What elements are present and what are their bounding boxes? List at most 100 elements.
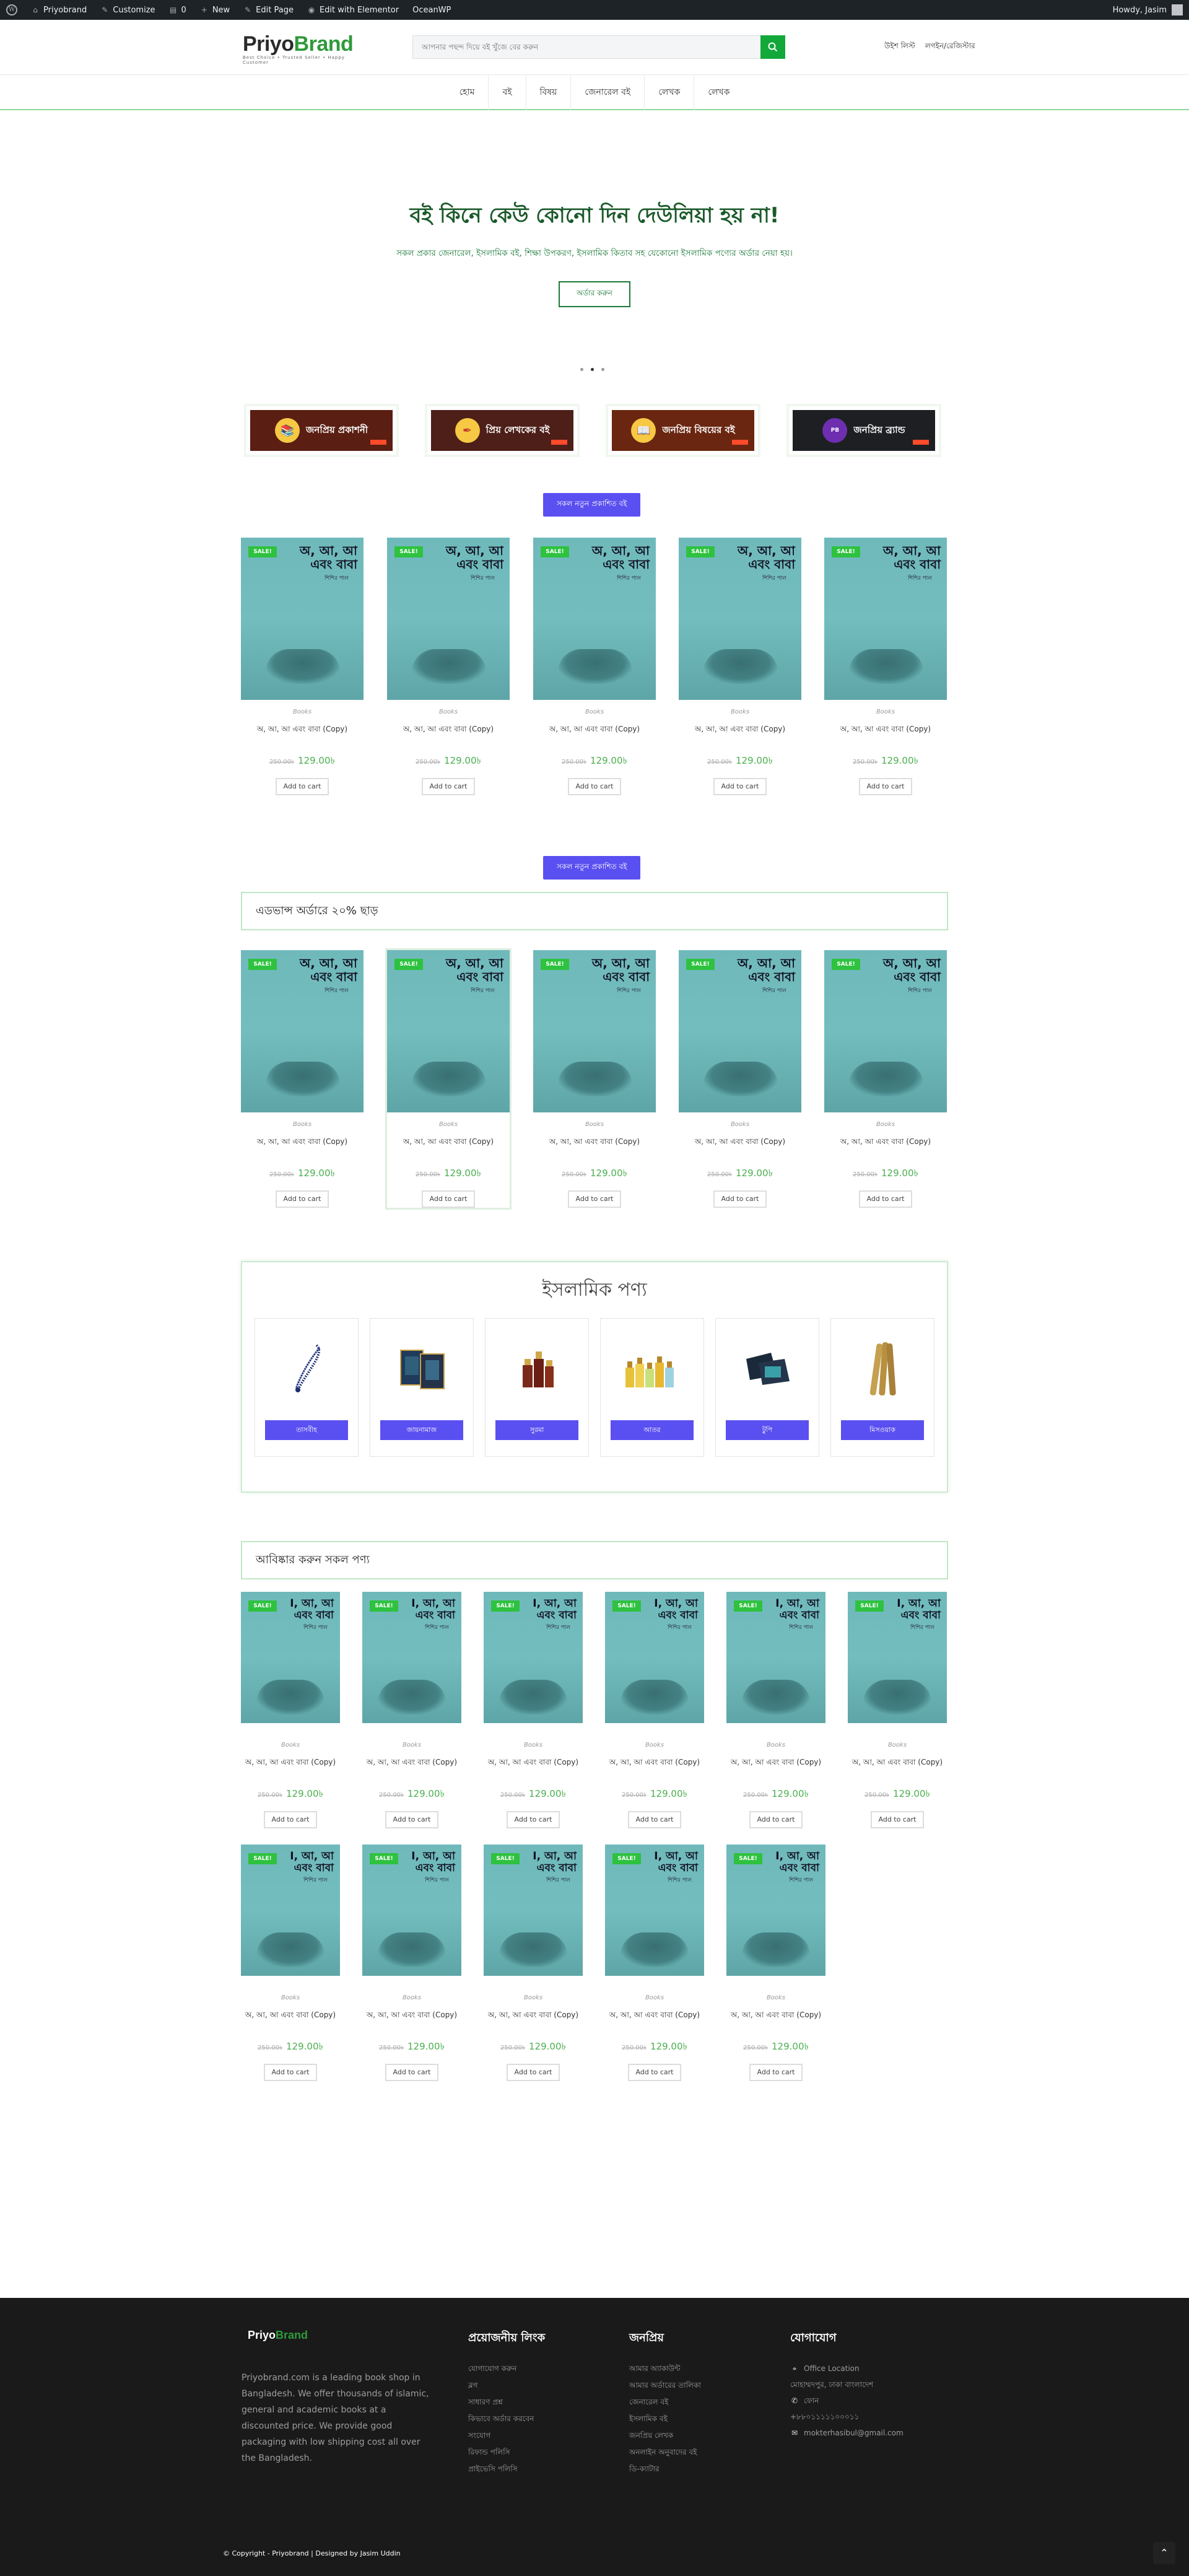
product-name[interactable]: অ, আ, আ এবং বাবা (Copy) [241,2010,340,2022]
new-books-section-pill-2[interactable]: সকল নতুন প্রকাশিত বই [543,856,641,880]
footer-link[interactable]: সংযোগ [468,2427,545,2444]
product-name[interactable]: অ, আ, আ এবং বাবা (Copy) [824,724,947,736]
product-name[interactable]: অ, আ, আ এবং বাবা (Copy) [241,724,364,736]
product-cover-image[interactable]: SALE! I, আ, আ এবং বাবা শিশির পাল [362,1592,461,1723]
product-name[interactable]: অ, আ, আ এবং বাবা (Copy) [241,1757,340,1770]
nav-item-books[interactable]: বই [489,74,526,110]
islamic-item-button[interactable]: মিসওয়াক [841,1420,924,1440]
product-category[interactable]: Books [241,1742,340,1749]
product-cover-image[interactable]: SALE! অ, আ, আ এবং বাবা শিশির পাল [533,950,656,1112]
footer-link[interactable]: অনলাইন অনুবাদের বই [629,2444,701,2461]
add-to-cart-button[interactable]: Add to cart [385,2064,438,2081]
footer-link[interactable]: আমার অ্যাকাউন্ট [629,2360,701,2377]
product-name[interactable]: অ, আ, আ এবং বাবা (Copy) [362,1757,461,1770]
add-to-cart-button[interactable]: Add to cart [749,1811,803,1828]
product-category[interactable]: Books [824,1121,947,1128]
islamic-item-button[interactable]: টুপি [726,1420,809,1440]
site-name-link[interactable]: ⌂ Priyobrand [31,6,87,15]
footer-logo[interactable]: PriyoBrand [248,2329,308,2342]
add-to-cart-button[interactable]: Add to cart [859,778,912,795]
product-name[interactable]: অ, আ, আ এবং বাবা (Copy) [484,1757,583,1770]
add-to-cart-button[interactable]: Add to cart [422,778,475,795]
product-name[interactable]: অ, আ, আ এবং বাবা (Copy) [605,2010,704,2022]
email-row[interactable]: ✉ mokterhasibul@gmail.com [790,2425,904,2441]
nav-item-subjects[interactable]: বিষয় [526,74,572,110]
add-to-cart-button[interactable]: Add to cart [749,2064,803,2081]
product-category[interactable]: Books [679,1121,801,1128]
product-category[interactable]: Books [484,1994,583,2001]
product-cover-image[interactable]: SALE! অ, আ, আ এবং বাবা শিশির পাল [387,538,510,700]
product-cover-image[interactable]: SALE! অ, আ, আ এবং বাবা শিশির পাল [679,538,801,700]
product-name[interactable]: অ, আ, আ এবং বাবা (Copy) [679,724,801,736]
product-category[interactable]: Books [241,1994,340,2001]
edit-page-link[interactable]: ✎ Edit Page [243,6,294,15]
footer-link[interactable]: কিভাবে অর্ডার করবেন [468,2411,545,2427]
add-to-cart-button[interactable]: Add to cart [871,1811,924,1828]
comments-link[interactable]: ▤ 0 [169,6,186,15]
nav-item-authors[interactable]: লেখক [645,74,695,110]
product-cover-image[interactable]: SALE! I, আ, আ এবং বাবা শিশির পাল [241,1845,340,1976]
islamic-item-prayer-mat[interactable]: জায়নামাজ [370,1318,474,1457]
product-category[interactable]: Books [679,709,801,715]
add-to-cart-button[interactable]: Add to cart [264,1811,317,1828]
phone-number-row[interactable]: +৮৮০১১১১১০০০১১ [790,2409,904,2425]
footer-link[interactable]: ইসলামিক বই [629,2411,701,2427]
add-to-cart-button[interactable]: Add to cart [385,1811,438,1828]
add-to-cart-button[interactable]: Add to cart [713,1190,767,1208]
category-banner-subjects[interactable]: 📖 জনপ্রিয় বিষয়ের বই [608,406,758,455]
product-name[interactable]: অ, আ, আ এবং বাবা (Copy) [241,1137,364,1149]
product-cover-image[interactable]: SALE! অ, আ, আ এবং বাবা শিশির পাল [679,950,801,1112]
islamic-item-button[interactable]: আতর [611,1420,694,1440]
category-banner-publishers[interactable]: 📚 জনপ্রিয় প্রকাশনী [246,406,396,455]
product-category[interactable]: Books [848,1742,947,1749]
add-to-cart-button[interactable]: Add to cart [568,778,621,795]
scroll-to-top-button[interactable]: ⌃ [1153,2542,1175,2564]
product-category[interactable]: Books [533,709,656,715]
islamic-item-attar[interactable]: আতর [600,1318,704,1457]
product-cover-image[interactable]: SALE! I, আ, আ এবং বাবা শিশির পাল [726,1592,825,1723]
hero-order-button[interactable]: অর্ডার করুন [559,281,630,307]
product-cover-image[interactable]: SALE! অ, আ, আ এবং বাবা শিশির পাল [824,950,947,1112]
product-name[interactable]: অ, আ, আ এবং বাবা (Copy) [387,1137,510,1149]
islamic-item-tasbih[interactable]: তাসবীহ [255,1318,359,1457]
product-category[interactable]: Books [362,1742,461,1749]
wishlist-link[interactable]: উইশ লিস্ট [884,41,915,53]
footer-link[interactable]: সাধারণ প্রশ্ন [468,2394,545,2411]
islamic-item-cap[interactable]: টুপি [715,1318,819,1457]
nav-item-general-books[interactable]: জেনারেল বই [571,74,645,110]
product-cover-image[interactable]: SALE! অ, আ, আ এবং বাবা শিশির পাল [241,950,364,1112]
product-name[interactable]: অ, আ, আ এবং বাবা (Copy) [484,2010,583,2022]
footer-link[interactable]: ব্লগ [468,2377,545,2394]
product-category[interactable]: Books [533,1121,656,1128]
slider-dot[interactable] [580,368,583,371]
add-to-cart-button[interactable]: Add to cart [507,2064,560,2081]
account-menu[interactable]: Howdy, Jasim [1113,4,1183,15]
product-name[interactable]: অ, আ, আ এবং বাবা (Copy) [605,1757,704,1770]
islamic-item-button[interactable]: সুরমা [495,1420,578,1440]
product-cover-image[interactable]: SALE! অ, আ, আ এবং বাবা শিশির পাল [241,538,364,700]
add-to-cart-button[interactable]: Add to cart [628,1811,681,1828]
product-cover-image[interactable]: SALE! অ, আ, আ এবং বাবা শিশির পাল [533,538,656,700]
islamic-item-surma[interactable]: সুরমা [485,1318,589,1457]
elementor-link[interactable]: ◉ Edit with Elementor [307,6,399,15]
footer-link[interactable]: রিফান্ড পলিসি [468,2444,545,2461]
product-cover-image[interactable]: SALE! অ, আ, আ এবং বাবা শিশির পাল [824,538,947,700]
add-to-cart-button[interactable]: Add to cart [628,2064,681,2081]
product-name[interactable]: অ, আ, আ এবং বাবা (Copy) [362,2010,461,2022]
product-cover-image[interactable]: SALE! I, আ, আ এবং বাবা শিশির পাল [605,1592,704,1723]
product-name[interactable]: অ, আ, আ এবং বাবা (Copy) [387,724,510,736]
category-banner-authors[interactable]: ✒ প্রিয় লেখকের বই [427,406,577,455]
product-name[interactable]: অ, আ, আ এবং বাবা (Copy) [824,1137,947,1149]
islamic-item-miswak[interactable]: মিসওয়াক [830,1318,934,1457]
product-category[interactable]: Books [726,1742,825,1749]
product-name[interactable]: অ, আ, আ এবং বাবা (Copy) [533,1137,656,1149]
islamic-item-button[interactable]: তাসবীহ [265,1420,348,1440]
product-name[interactable]: অ, আ, আ এবং বাবা (Copy) [679,1137,801,1149]
product-category[interactable]: Books [484,1742,583,1749]
new-content-link[interactable]: + New [200,6,230,15]
nav-item-authors-2[interactable]: লেখক [694,74,743,110]
product-cover-image[interactable]: SALE! I, আ, আ এবং বাবা শিশির পাল [848,1592,947,1723]
islamic-item-button[interactable]: জায়নামাজ [380,1420,463,1440]
theme-link[interactable]: OceanWP [412,6,451,15]
new-books-section-pill[interactable]: সকল নতুন প্রকাশিত বই [543,493,641,517]
